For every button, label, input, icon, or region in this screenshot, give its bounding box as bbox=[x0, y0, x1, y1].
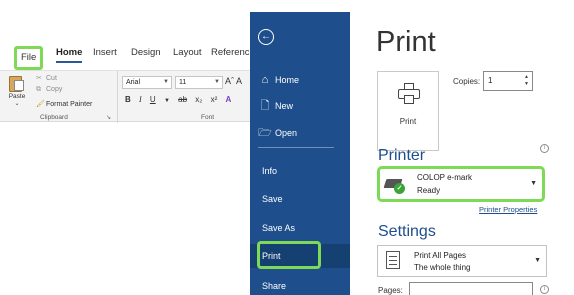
pages-input[interactable] bbox=[409, 282, 533, 295]
nav-item-info[interactable]: Info bbox=[250, 159, 350, 183]
chevron-down-icon[interactable]: ⌄ bbox=[6, 100, 28, 107]
home-icon: ⌂ bbox=[261, 74, 269, 86]
tab-references[interactable]: Referenc bbox=[211, 46, 250, 60]
nav-divider bbox=[258, 147, 334, 148]
nav-item-label: Open bbox=[275, 128, 298, 138]
pages-label: Pages: bbox=[378, 286, 403, 295]
strikethrough-icon[interactable]: ab bbox=[178, 95, 187, 104]
clipboard-group-label: Clipboard bbox=[40, 114, 68, 121]
page-title: Print bbox=[376, 26, 436, 58]
chevron-down-icon: ▼ bbox=[214, 79, 220, 85]
font-name-dropdown[interactable]: Arial ▼ bbox=[122, 76, 172, 89]
font-size-dropdown[interactable]: 11 ▼ bbox=[175, 76, 223, 89]
print-button-label: Print bbox=[399, 117, 417, 126]
font-group-label: Font bbox=[201, 114, 215, 121]
settings-heading: Settings bbox=[378, 223, 436, 240]
clipboard-group: Paste ⌄ ✂ Cut ⧉ Copy 🖌Format Painter Clipb… bbox=[0, 71, 118, 123]
dialog-launcher-icon[interactable]: ↘ bbox=[106, 114, 111, 121]
print-range-dropdown[interactable]: Print All Pages The whole thing ▼ bbox=[377, 245, 547, 277]
paintbrush-icon: 🖌 bbox=[36, 101, 45, 108]
bold-icon[interactable]: B bbox=[125, 95, 131, 104]
cut-button[interactable]: ✂ Cut bbox=[36, 74, 57, 82]
format-painter-label: Format Painter bbox=[46, 101, 93, 108]
nav-item-label: New bbox=[275, 101, 294, 111]
back-arrow-icon[interactable]: ← bbox=[258, 29, 274, 45]
document-pages-icon bbox=[386, 251, 400, 269]
printer-heading: Printer bbox=[378, 147, 426, 164]
paste-icon bbox=[9, 74, 25, 92]
superscript-icon[interactable]: x² bbox=[211, 95, 218, 104]
nav-item-save-as[interactable]: Save As bbox=[250, 216, 350, 240]
nav-item-label: Home bbox=[275, 75, 300, 85]
format-painter-button[interactable]: 🖌Format Painter bbox=[36, 100, 92, 108]
font-name-value: Arial bbox=[126, 79, 141, 86]
info-icon[interactable]: i bbox=[540, 144, 549, 153]
printer-name: COLOP e-mark bbox=[417, 173, 472, 182]
subscript-icon[interactable]: x₂ bbox=[195, 95, 202, 104]
font-format-row: B I U ▼ ab x₂ x² A bbox=[125, 95, 237, 104]
nav-item-new[interactable]: 🗋 New bbox=[250, 94, 350, 118]
copies-value: 1 bbox=[488, 76, 493, 85]
nav-item-print[interactable]: Print bbox=[250, 241, 350, 269]
nav-item-save[interactable]: Save bbox=[250, 187, 350, 211]
font-group: Arial ▼ 11 ▼ Aˆ A B I U ▼ ab x₂ x² A Fon… bbox=[119, 71, 250, 123]
tab-layout[interactable]: Layout bbox=[173, 46, 202, 60]
backstage-nav: ← ⌂ Home 🗋 New 🗁 Open Info Save Save As … bbox=[250, 12, 350, 295]
print-pane: Print Print Copies: 1 ▲ ▼ Printer i ✓ COL… bbox=[350, 0, 574, 295]
copy-button[interactable]: ⧉ Copy bbox=[36, 86, 62, 94]
info-icon[interactable]: i bbox=[540, 285, 549, 294]
print-button[interactable]: Print bbox=[377, 71, 439, 151]
chevron-down-icon: ▼ bbox=[530, 180, 537, 187]
tab-design[interactable]: Design bbox=[131, 46, 161, 60]
cut-label: Cut bbox=[46, 75, 57, 82]
printer-status: Ready bbox=[417, 186, 441, 195]
copies-stepper[interactable]: 1 ▲ ▼ bbox=[483, 71, 533, 91]
nav-item-open[interactable]: 🗁 Open bbox=[250, 121, 350, 145]
word-ribbon: File Home Insert Design Layout Referenc … bbox=[0, 0, 250, 295]
italic-icon[interactable]: I bbox=[139, 95, 142, 104]
font-size-value: 11 bbox=[179, 79, 187, 86]
nav-item-label: Save bbox=[262, 194, 283, 204]
paste-button[interactable]: Paste ⌄ bbox=[6, 74, 28, 107]
tab-file[interactable]: File bbox=[14, 46, 44, 70]
printer-ready-icon: ✓ bbox=[383, 177, 407, 194]
printer-icon bbox=[398, 83, 420, 105]
new-document-icon: 🗋 bbox=[260, 100, 270, 112]
nav-item-label: Info bbox=[262, 166, 278, 176]
copy-icon: ⧉ bbox=[36, 86, 41, 93]
scissors-icon: ✂ bbox=[36, 75, 42, 82]
copy-label: Copy bbox=[46, 86, 63, 93]
nav-item-label: Share bbox=[262, 281, 287, 291]
chevron-down-icon: ▼ bbox=[163, 79, 169, 85]
chevron-down-icon[interactable]: ▼ bbox=[164, 98, 170, 104]
printer-properties-link[interactable]: Printer Properties bbox=[479, 205, 537, 214]
nav-item-label: Save As bbox=[262, 223, 296, 233]
paste-label: Paste bbox=[8, 93, 26, 100]
tab-home[interactable]: Home bbox=[56, 46, 83, 63]
underline-icon[interactable]: U bbox=[150, 95, 156, 104]
nav-item-home[interactable]: ⌂ Home bbox=[250, 68, 350, 92]
nav-item-label: Print bbox=[262, 251, 281, 261]
folder-open-icon: 🗁 bbox=[258, 127, 272, 139]
copies-label: Copies: bbox=[453, 77, 481, 86]
tab-insert[interactable]: Insert bbox=[93, 46, 117, 60]
spinner-arrows-icon[interactable]: ▲ ▼ bbox=[524, 74, 529, 88]
grow-font-button[interactable]: Aˆ A bbox=[225, 76, 242, 86]
print-range-description: The whole thing bbox=[414, 263, 471, 272]
printer-dropdown[interactable]: ✓ COLOP e-mark Ready ▼ bbox=[377, 166, 545, 202]
nav-item-share[interactable]: Share bbox=[250, 274, 350, 295]
ribbon-home-panel: Paste ⌄ ✂ Cut ⧉ Copy 🖌Format Painter Clipb… bbox=[0, 70, 250, 123]
chevron-down-icon: ▼ bbox=[534, 257, 541, 264]
print-range-value: Print All Pages bbox=[414, 251, 467, 260]
text-effects-icon[interactable]: A bbox=[226, 95, 232, 104]
